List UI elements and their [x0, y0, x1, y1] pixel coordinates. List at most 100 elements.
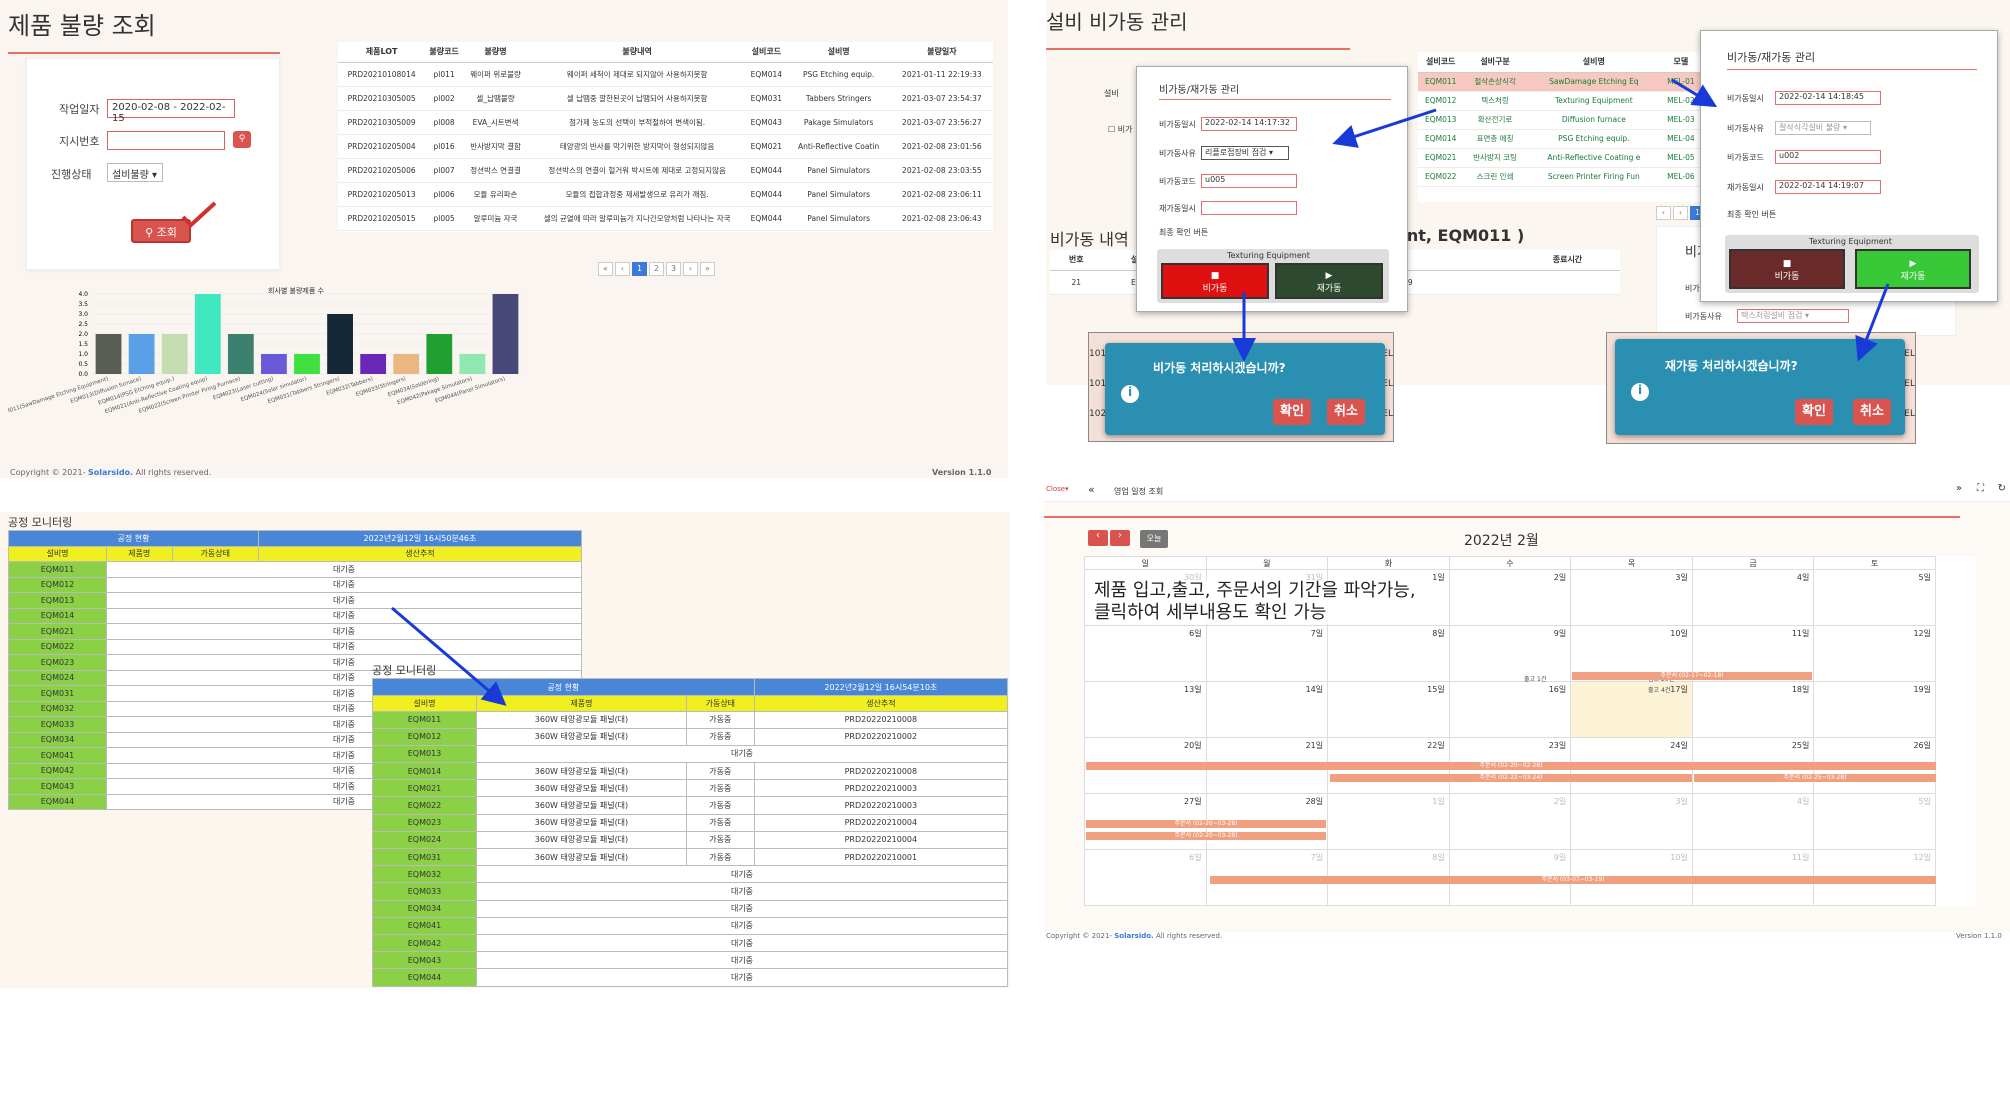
calendar-day[interactable]: 14일 — [1205, 681, 1329, 738]
tab-sales-schedule[interactable]: 영업 일정 조회 — [1114, 486, 1163, 497]
calendar-day[interactable]: 19일 — [1813, 681, 1936, 738]
expand-icon[interactable]: » — [1956, 483, 1962, 494]
bar-7[interactable] — [327, 314, 353, 374]
calendar-day[interactable]: 17일 — [1570, 681, 1693, 738]
table-row[interactable]: PRD20210205013 pl006 모듈 유리파손 모듈의 접합과정중 제세발생… — [338, 182, 993, 207]
brand-link[interactable]: Solarsido. — [88, 468, 133, 477]
table-row[interactable]: PRD20210205004 pl016 반사방지막 결함 태양광의 반사를 막기위한… — [338, 134, 993, 159]
rights-text: All rights reserved. — [133, 468, 212, 477]
calendar-day[interactable]: 16일 — [1448, 681, 1572, 738]
calendar-day[interactable]: 2일 — [1448, 569, 1572, 626]
status-select[interactable]: 설비불량 ▾ — [107, 163, 163, 182]
page-button[interactable]: » — [700, 262, 715, 276]
page-button[interactable]: ‹ — [615, 262, 630, 276]
y-tick-label: 1.5 — [78, 341, 88, 348]
page-button[interactable]: 2 — [649, 262, 664, 276]
search-form-card: 작업일자 2020-02-08 - 2022-02-15 지시번호 ⚲ 진행상태… — [26, 58, 280, 270]
bar-9[interactable] — [393, 354, 420, 374]
table-cell: Pakage Simulators — [786, 110, 891, 135]
bar-5[interactable] — [261, 354, 287, 374]
calendar-day[interactable]: 2일 — [1448, 793, 1572, 850]
bar-0[interactable] — [95, 334, 122, 374]
table-cell: pl016 — [425, 134, 464, 159]
copyright-text: Copyright © 2021- — [10, 468, 88, 477]
page-button[interactable]: « — [598, 262, 613, 276]
table-cell: Anti-Reflective Coatin — [786, 134, 891, 159]
bar-8[interactable] — [360, 354, 387, 374]
event-order-1[interactable]: 주문서 (02-17~02-18) — [1572, 672, 1812, 680]
event-order-2[interactable]: 주문서 (02-20~02-28) — [1086, 762, 1936, 770]
calendar-day[interactable]: 6일 — [1084, 625, 1207, 682]
calendar-day[interactable]: 5일 — [1813, 569, 1936, 626]
event-shipment-4[interactable]: 출고 4건 — [1648, 685, 1670, 694]
table-row[interactable]: PRD20210305005 pl002 셀_납땜불량 셀 납땜중 깔한된곳이 납땜되… — [338, 86, 993, 111]
event-order-4[interactable]: 주문서 (02-25~03-28) — [1694, 774, 1936, 782]
event-order-5[interactable]: 주문서 (02-20~03-28) — [1086, 820, 1326, 828]
refresh-icon[interactable]: ↻ — [1998, 483, 2006, 494]
search-icon[interactable]: ⚲ — [233, 131, 251, 148]
collapse-icon[interactable]: « — [1088, 483, 1095, 496]
calendar-day[interactable]: 4일 — [1691, 569, 1815, 626]
table-cell: EQM031 — [746, 86, 787, 111]
bar-4[interactable] — [227, 334, 254, 374]
defect-table: 제품LOT 불량코드 불량명 불량내역 설비코드 설비명 불량일자 PRD202101080… — [338, 42, 993, 231]
calendar-day[interactable]: 9일 — [1448, 625, 1572, 682]
next-month-button[interactable]: › — [1110, 530, 1130, 546]
rights-text: All rights reserved. — [1153, 932, 1223, 940]
table-row[interactable]: PRD20210205006 pl007 정션박스 연결결 정션박스의 연결이 헐거워… — [338, 158, 993, 183]
table-cell: pl005 — [425, 206, 464, 231]
table-cell: PRD20210205004 — [338, 134, 426, 159]
event-order-3[interactable]: 주문서 (02-22~03-24) — [1330, 774, 1692, 782]
annotation-line2: 클릭하여 세부내용도 확인 가능 — [1094, 602, 1327, 623]
table-cell: 2021-02-08 23:06:11 — [890, 182, 993, 207]
event-order-7[interactable]: 주문서 (03-07~03-19) — [1210, 876, 1936, 884]
bar-12[interactable] — [492, 294, 519, 374]
table-cell: EQM044 — [746, 182, 787, 207]
event-order-6[interactable]: 주문서 (02-20~03-28) — [1086, 832, 1326, 840]
calendar-day[interactable]: 15일 — [1327, 681, 1450, 738]
arrow-restart-to-dialog — [1855, 283, 1890, 362]
weekday-header: 화 — [1327, 556, 1450, 570]
calendar-day[interactable]: 4일 — [1691, 793, 1815, 850]
bar-1[interactable] — [128, 334, 155, 374]
prev-month-button[interactable]: ‹ — [1088, 530, 1108, 546]
pagination: «‹ 1 2 3 ›» — [598, 256, 717, 276]
calendar-day[interactable]: 12일 — [1813, 625, 1936, 682]
date-label: 작업일자 — [59, 103, 100, 116]
calendar-day[interactable]: 1일 — [1327, 793, 1450, 850]
calendar-week: 13일 14일 15일 16일 17일 18일 19일 — [1084, 681, 1936, 738]
weekday-header: 목 — [1570, 556, 1693, 570]
table-cell: 알루미늄 자국 — [463, 206, 529, 231]
calendar-day[interactable]: 8일 — [1327, 625, 1450, 682]
table-cell: 셀_납땜불량 — [463, 86, 529, 111]
table-row[interactable]: PRD20210205015 pl005 알루미늄 자국 셀의 균열에 따라 알루미늄… — [338, 206, 993, 231]
table-cell: PRD20210205013 — [338, 182, 426, 207]
bar-6[interactable] — [294, 354, 320, 374]
table-cell: pl008 — [425, 110, 464, 135]
page-button[interactable]: 1 — [632, 262, 647, 276]
page-button[interactable]: 3 — [666, 262, 681, 276]
defect-table-wrap: 제품LOT 불량코드 불량명 불량내역 설비코드 설비명 불량일자 PRD202101080… — [338, 42, 993, 232]
date-range-input[interactable]: 2020-02-08 - 2022-02-15 — [107, 99, 235, 124]
col-header: 불량내역 — [528, 42, 747, 63]
bar-11[interactable] — [459, 354, 486, 374]
today-button[interactable]: 오늘 — [1140, 530, 1168, 548]
order-number-input[interactable] — [107, 131, 225, 150]
fullscreen-icon[interactable]: ⛶ — [1977, 483, 1984, 494]
calendar-day[interactable]: 5일 — [1813, 793, 1936, 850]
table-row[interactable]: PRD20210305009 pl008 EVA_시트변색 첨가제 농도의 선택이 부… — [338, 110, 993, 135]
calendar-day[interactable]: 13일 — [1084, 681, 1207, 738]
close-dropdown[interactable]: Close▾ — [1046, 485, 1069, 493]
calendar-day[interactable]: 6일 — [1084, 849, 1207, 906]
bar-10[interactable] — [426, 334, 453, 374]
calendar-day[interactable]: 18일 — [1691, 681, 1815, 738]
page-button[interactable]: › — [683, 262, 698, 276]
bar-3[interactable] — [194, 294, 221, 374]
table-row[interactable]: PRD20210108014 pl011 웨이퍼 위로불량 웨이퍼 세척이 제대로 되… — [338, 62, 993, 87]
calendar-day[interactable]: 3일 — [1570, 569, 1693, 626]
calendar-day[interactable]: 7일 — [1205, 625, 1329, 682]
brand-link[interactable]: Solarsido. — [1114, 932, 1153, 940]
bar-2[interactable] — [161, 334, 188, 374]
calendar-day[interactable]: 3일 — [1570, 793, 1693, 850]
event-shipment-1[interactable]: 출고 1건 — [1524, 674, 1546, 683]
